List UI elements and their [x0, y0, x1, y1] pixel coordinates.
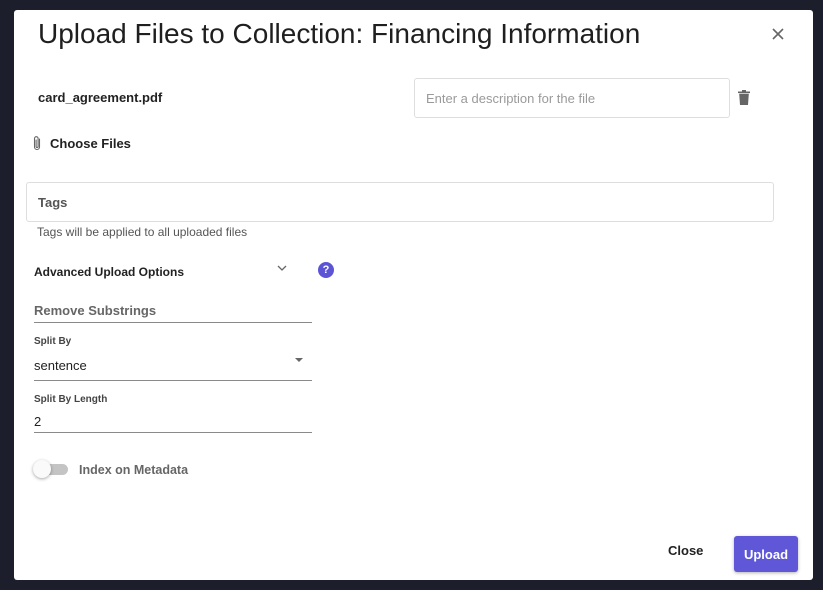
split-by-value: sentence [34, 358, 87, 373]
help-icon[interactable]: ? [318, 262, 334, 278]
remove-substrings-input[interactable] [34, 303, 312, 318]
index-on-metadata-row: Index on Metadata [32, 460, 188, 480]
remove-substrings-field[interactable] [34, 302, 312, 323]
choose-files-button[interactable]: Choose Files [32, 135, 131, 152]
advanced-options-header[interactable]: Advanced Upload Options ? [34, 262, 334, 282]
upload-dialog: Upload Files to Collection: Financing In… [14, 10, 813, 580]
file-description-input[interactable] [414, 78, 730, 118]
split-by-label: Split By [34, 336, 72, 347]
tags-placeholder: Tags [38, 194, 68, 210]
split-by-length-field[interactable] [34, 413, 312, 433]
toggle-thumb[interactable] [33, 460, 51, 478]
split-by-length-input[interactable] [34, 414, 312, 429]
upload-button[interactable]: Upload [734, 536, 798, 572]
index-on-metadata-label: Index on Metadata [79, 463, 189, 477]
help-glyph: ? [322, 264, 330, 276]
chevron-down-icon[interactable] [277, 265, 287, 272]
index-on-metadata-toggle[interactable] [32, 460, 68, 480]
advanced-options-label[interactable]: Advanced Upload Options [34, 265, 184, 279]
dialog-title: Upload Files to Collection: Financing In… [38, 18, 641, 49]
tags-input[interactable]: Tags [26, 182, 774, 222]
dropdown-caret-icon [295, 358, 303, 362]
split-by-select[interactable]: sentence [34, 356, 312, 381]
tags-help-text: Tags will be applied to all uploaded fil… [37, 225, 248, 239]
trash-icon[interactable] [738, 90, 750, 105]
close-button[interactable]: Close [668, 543, 703, 558]
choose-files-label: Choose Files [50, 136, 131, 151]
split-by-length-label: Split By Length [34, 394, 108, 405]
paperclip-icon [33, 136, 41, 151]
file-name: card_agreement.pdf [38, 90, 163, 105]
close-x-icon[interactable] [768, 24, 788, 44]
